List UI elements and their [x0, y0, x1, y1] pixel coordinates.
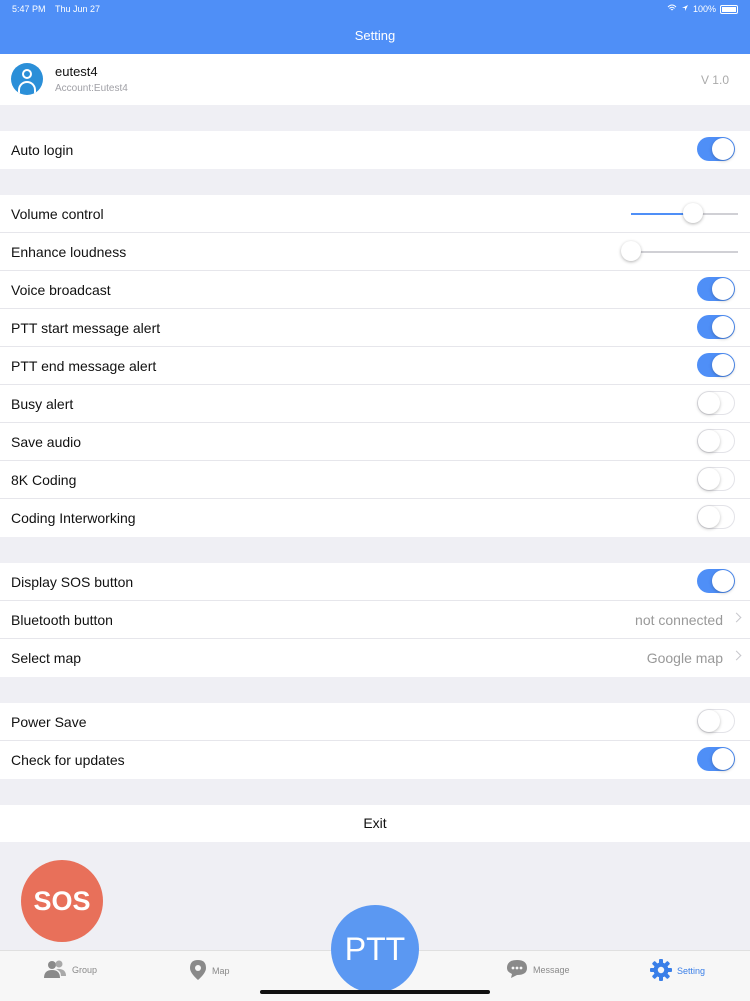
ptt-start-message-alert-toggle[interactable]	[697, 315, 735, 339]
system-section: Power Save Check for updates	[0, 703, 750, 779]
setting-row-display-sos-button: Display SOS button	[0, 563, 750, 601]
app-version: V 1.0	[700, 73, 729, 87]
tab-message[interactable]: Message	[506, 959, 570, 981]
setting-label: Coding Interworking	[11, 510, 136, 526]
tab-setting[interactable]: Setting	[650, 959, 705, 983]
toggle-knob	[712, 570, 734, 592]
group-icon	[43, 959, 67, 981]
ptt-end-message-alert-toggle[interactable]	[697, 353, 735, 377]
check-for-updates-toggle[interactable]	[697, 747, 735, 771]
battery-percent: 100%	[692, 4, 716, 14]
status-time: 5:47 PM	[12, 4, 46, 14]
bluetooth-button-value: not connected	[635, 611, 723, 628]
display-sos-button-toggle[interactable]	[697, 569, 735, 593]
setting-row-auto-login: Auto login	[0, 131, 750, 169]
busy-alert-toggle[interactable]	[697, 391, 735, 415]
slider-thumb[interactable]	[683, 203, 704, 223]
tab-setting-label: Setting	[677, 966, 706, 976]
setting-label: Volume control	[11, 205, 104, 222]
setting-row-volume-control: Volume control	[0, 195, 750, 233]
setting-row-coding-interworking: Coding Interworking	[0, 499, 750, 537]
toggle-knob	[698, 392, 720, 414]
message-icon	[506, 959, 528, 981]
toggle-knob	[712, 748, 734, 770]
account-name: Account:Eutest4	[55, 83, 128, 94]
toggle-knob	[712, 138, 734, 160]
page-title: Setting	[354, 28, 396, 43]
setting-row-save-audio: Save audio	[0, 423, 750, 461]
setting-label: Check for updates	[11, 752, 125, 768]
enhance-loudness-slider[interactable]	[621, 241, 738, 261]
map-pin-icon	[189, 959, 207, 983]
setting-row-select-map[interactable]: Select map Google map	[0, 639, 750, 677]
battery-icon	[720, 4, 738, 14]
ptt-button[interactable]: PTT	[331, 905, 419, 993]
slider-thumb[interactable]	[621, 241, 641, 261]
device-section: Display SOS button Bluetooth button not co…	[0, 563, 750, 677]
setting-label: Bluetooth button	[11, 611, 113, 628]
setting-label: Power Save	[11, 713, 87, 730]
tab-map[interactable]: Map	[189, 959, 230, 983]
tab-map-label: Map	[212, 966, 230, 976]
auto-login-toggle[interactable]	[697, 137, 735, 161]
toggle-knob	[712, 316, 734, 338]
setting-row-check-for-updates: Check for updates	[0, 741, 750, 779]
toggle-knob	[698, 506, 720, 528]
tab-group[interactable]: Group	[43, 959, 97, 981]
login-section: Auto login	[0, 131, 750, 169]
tab-group-label: Group	[72, 965, 98, 975]
setting-row-ptt-end-message-alert: PTT end message alert	[0, 347, 750, 385]
toggle-knob	[712, 278, 734, 300]
voice-broadcast-toggle[interactable]	[697, 277, 735, 301]
setting-row-enhance-loudness: Enhance loudness	[0, 233, 750, 271]
gear-icon	[650, 959, 672, 983]
toggle-knob	[698, 710, 720, 732]
setting-label: Save audio	[11, 433, 82, 450]
save-audio-toggle[interactable]	[697, 429, 735, 453]
toggle-knob	[698, 468, 720, 490]
chevron-right-icon	[731, 612, 742, 623]
setting-row-ptt-start-message-alert: PTT start message alert	[0, 309, 750, 347]
setting-label: PTT end message alert	[11, 357, 157, 374]
8k-coding-toggle[interactable]	[697, 467, 735, 491]
setting-label: 8K Coding	[11, 471, 77, 488]
setting-row-bluetooth-button[interactable]: Bluetooth button not connected	[0, 601, 750, 639]
setting-label: Select map	[11, 650, 82, 666]
setting-label: PTT start message alert	[11, 319, 161, 336]
exit-button[interactable]: Exit	[0, 805, 750, 842]
username: eutest4	[55, 64, 98, 79]
audio-section: Volume control Enhance loudness Voice broa…	[0, 195, 750, 537]
setting-row-power-save: Power Save	[0, 703, 750, 741]
setting-row-busy-alert: Busy alert	[0, 385, 750, 423]
toggle-knob	[712, 354, 734, 376]
toggle-knob	[698, 430, 720, 452]
power-save-toggle[interactable]	[697, 709, 735, 733]
setting-row-voice-broadcast: Voice broadcast	[0, 271, 750, 309]
status-indicators: 100%	[667, 4, 738, 14]
setting-label: Busy alert	[11, 395, 74, 412]
location-icon	[681, 4, 689, 14]
chevron-right-icon	[731, 650, 742, 661]
avatar-icon	[11, 63, 43, 95]
profile-row[interactable]: eutest4 Account:Eutest4 V 1.0	[0, 54, 750, 105]
wifi-icon	[667, 4, 677, 14]
volume-control-slider[interactable]	[631, 203, 738, 223]
tab-message-label: Message	[533, 965, 570, 975]
setting-label: Auto login	[11, 142, 74, 158]
home-indicator	[260, 990, 490, 994]
setting-label: Display SOS button	[11, 573, 134, 590]
setting-row-8k-coding: 8K Coding	[0, 461, 750, 499]
setting-label: Voice broadcast	[11, 281, 111, 298]
sos-button[interactable]: SOS	[21, 860, 103, 942]
setting-label: Enhance loudness	[11, 243, 127, 260]
coding-interworking-toggle[interactable]	[697, 505, 735, 529]
header-bar: 5:47 PM Thu Jun 27 100% Setting	[0, 0, 750, 54]
status-date: Thu Jun 27	[55, 4, 101, 14]
select-map-value: Google map	[646, 650, 723, 666]
